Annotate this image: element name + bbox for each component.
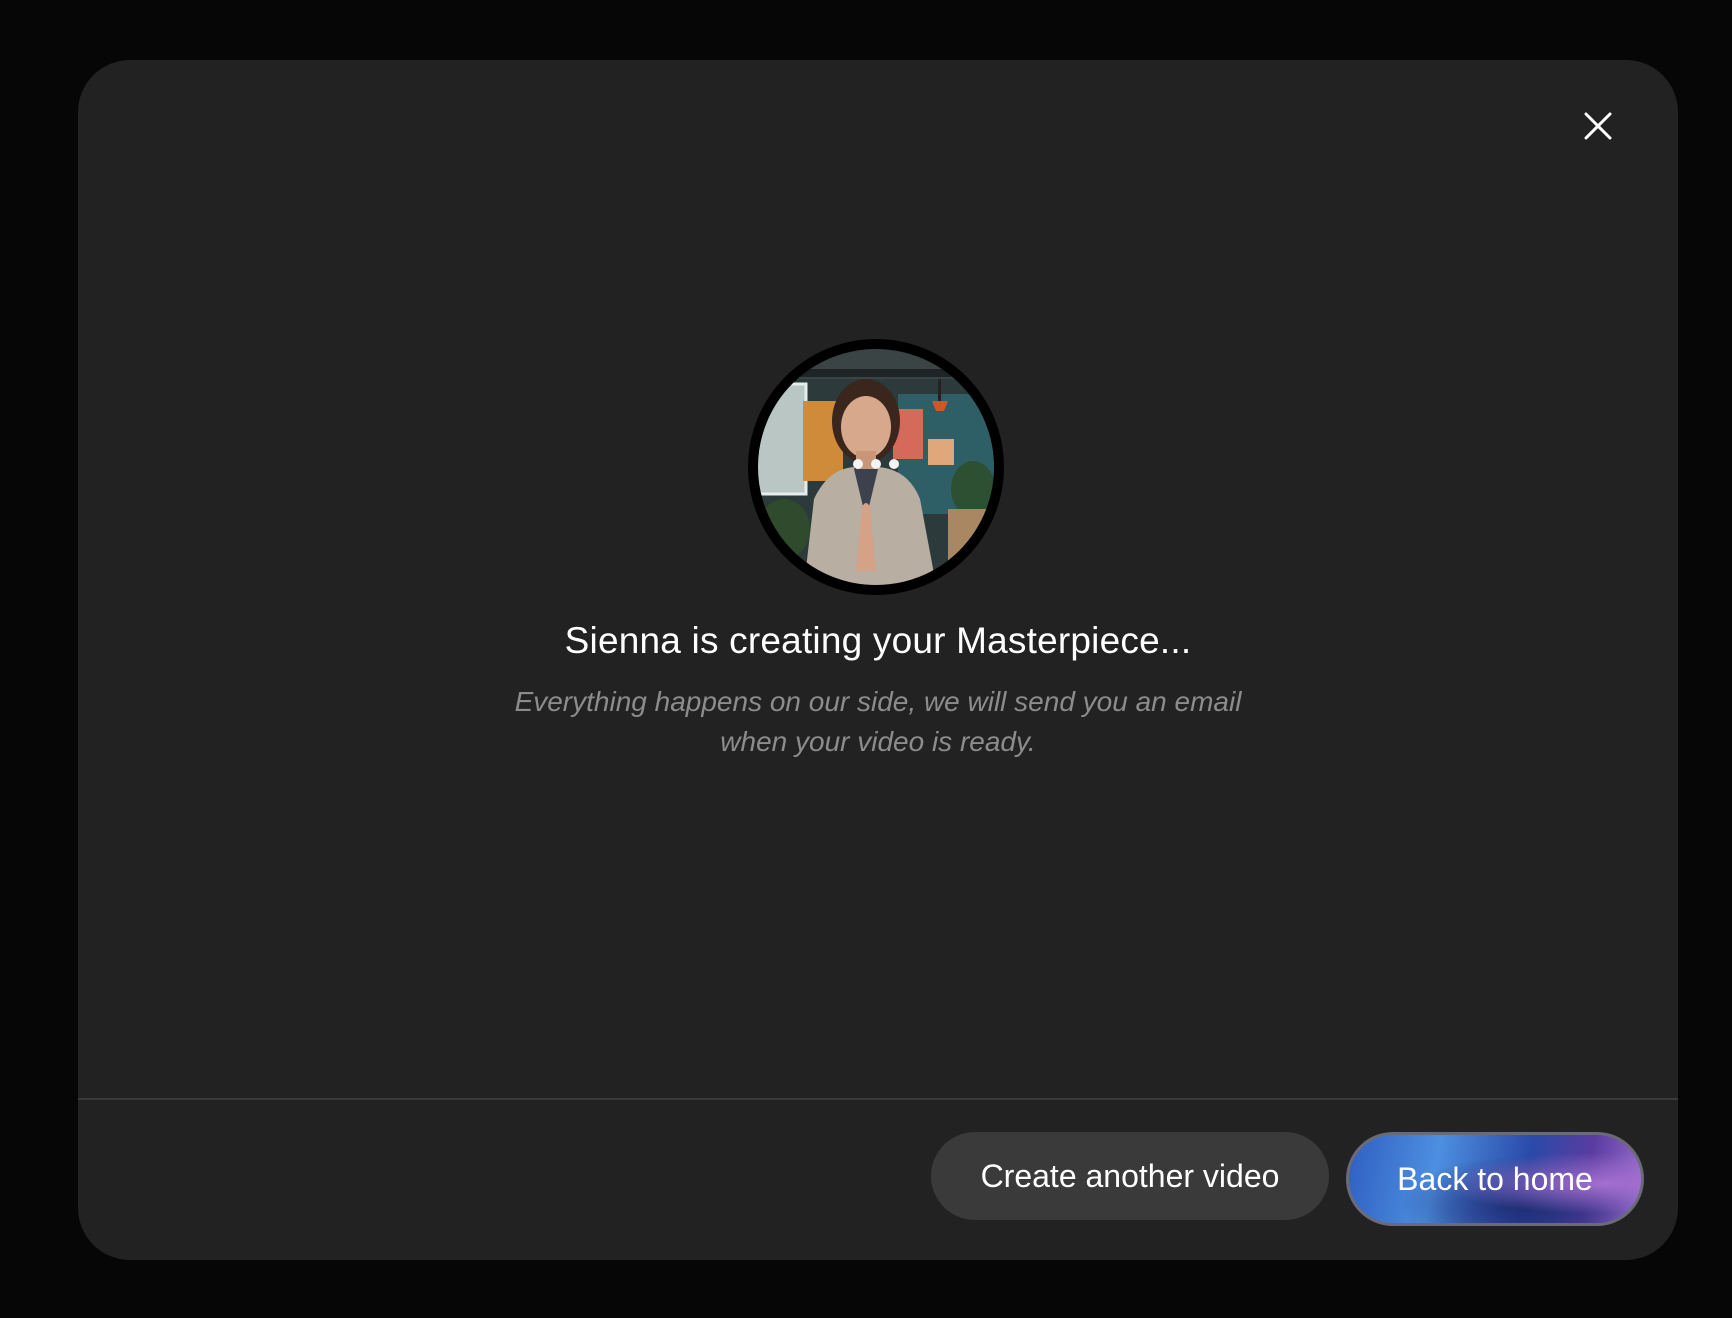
close-button[interactable] <box>1568 96 1628 156</box>
back-to-home-label: Back to home <box>1397 1160 1593 1197</box>
close-icon <box>1584 112 1612 140</box>
back-to-home-button[interactable]: Back to home <box>1346 1132 1644 1226</box>
create-another-video-label: Create another video <box>980 1157 1280 1194</box>
loading-dot <box>871 459 881 469</box>
modal-subtitle: Everything happens on our side, we will … <box>514 686 1242 757</box>
loading-dot <box>889 459 899 469</box>
modal-title: Sienna is creating your Masterpiece... <box>564 620 1192 661</box>
loading-dot <box>853 459 863 469</box>
loading-indicator <box>748 459 1004 469</box>
video-creation-modal: Sienna is creating your Masterpiece... E… <box>78 60 1678 1260</box>
create-another-video-button[interactable]: Create another video <box>931 1132 1329 1220</box>
footer-divider <box>78 1098 1678 1100</box>
avatar <box>748 339 1004 595</box>
